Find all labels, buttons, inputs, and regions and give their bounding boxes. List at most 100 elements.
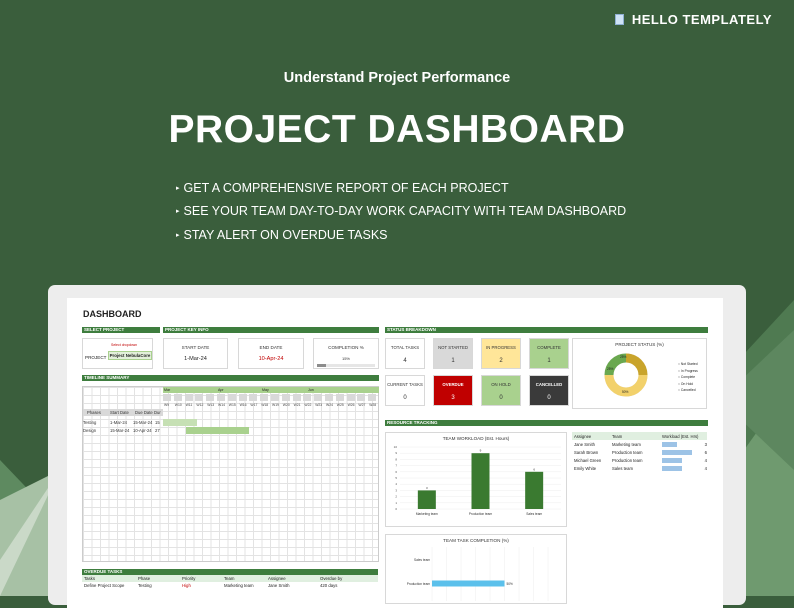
workload-mini-track xyxy=(662,457,700,463)
status-card-value: 0 xyxy=(403,395,407,401)
week-cell xyxy=(206,394,215,401)
brand-name: HELLO TEMPLATELY xyxy=(631,12,772,27)
week-label: W10 xyxy=(174,403,182,407)
week-label: W19 xyxy=(272,403,279,407)
section-select-project: SELECT PROJECT xyxy=(82,327,160,333)
status-card-total-tasks: TOTAL TASKS 4 xyxy=(385,338,425,369)
status-card-label: TOTAL TASKS xyxy=(390,345,420,350)
workload-bar xyxy=(525,471,544,509)
start-date-card: START DATE 1-Mar-24 xyxy=(163,338,228,369)
status-card-value: 1 xyxy=(547,358,551,364)
status-card-value: 1 xyxy=(451,358,455,364)
workload-data-label: 3 xyxy=(426,486,428,490)
y-tick-label: 6 xyxy=(395,470,397,474)
week-cell xyxy=(357,394,366,401)
workload-data-label: 6 xyxy=(533,467,535,471)
y-tick-label: 8 xyxy=(395,457,397,461)
section-resource: RESOURCE TRACKING xyxy=(385,420,708,426)
donut-slice-not-started xyxy=(625,353,648,376)
bullet-icon: ▸ xyxy=(176,231,180,239)
status-card-label: CANCELLED xyxy=(535,382,563,387)
donut-label-a: 25% xyxy=(620,355,627,359)
end-date-value: 10-Apr-24 xyxy=(258,356,284,362)
week-label: W16 xyxy=(239,403,247,407)
status-card-value: 3 xyxy=(451,395,455,401)
week-cell xyxy=(217,394,225,401)
week-label: W21 xyxy=(293,403,301,407)
week-label: W24 xyxy=(326,403,333,407)
week-cell xyxy=(271,394,279,401)
col-dur: Dur xyxy=(154,410,161,415)
row-start: 1-Mar-24 xyxy=(110,420,127,425)
workload-bar xyxy=(417,490,436,509)
select-hint: Select dropdown xyxy=(111,343,138,347)
end-date-label: END DATE xyxy=(259,345,283,350)
status-card-value: 0 xyxy=(499,395,503,401)
y-tick-label: 3 xyxy=(395,488,397,492)
legend-item: ○ Not Started xyxy=(678,362,698,366)
overdue-row: Define Project Scope Testing High Market… xyxy=(84,583,338,588)
week-cell xyxy=(335,394,344,401)
week-cell xyxy=(314,394,323,401)
brand: HELLO TEMPLATELY xyxy=(614,12,772,27)
week-label: W23 xyxy=(315,403,323,407)
month-label: Apr xyxy=(217,387,261,393)
workload-category-label: Sales team xyxy=(526,512,542,516)
week-label: W25 xyxy=(336,403,344,407)
completion-svg: Sales team Production team 50% xyxy=(407,547,549,601)
week-cell xyxy=(346,394,355,401)
feature-item: ▸ SEE YOUR TEAM DAY-TO-DAY WORK CAPACITY … xyxy=(176,204,627,219)
week-label: W18 xyxy=(261,403,269,407)
resource-rows: Jane Smith Marketing team 3 Sarah Brown Prod… xyxy=(572,440,707,472)
y-tick-label: 7 xyxy=(395,464,397,468)
project-dropdown[interactable]: Project NebulaCore xyxy=(108,351,152,360)
week-label: W20 xyxy=(282,403,290,407)
hero-subtitle: Understand Project Performance xyxy=(283,70,511,86)
week-cell xyxy=(368,394,377,401)
status-card-label: IN PROGRESS xyxy=(486,345,516,350)
week-label: W22 xyxy=(304,403,312,407)
donut-label-c: 25% xyxy=(607,367,614,371)
completion-label: COMPLETION % xyxy=(328,345,364,350)
status-card-value: 2 xyxy=(499,358,503,364)
completion-chart: TEAM TASK COMPLETION (%) Sales team Produ… xyxy=(385,534,567,604)
donut-title: PROJECT STATUS (%) xyxy=(615,342,664,347)
week-cell xyxy=(281,394,290,401)
start-date-label: START DATE xyxy=(181,345,210,350)
status-card-label: OVERDUE xyxy=(442,382,464,387)
week-label: W14 xyxy=(218,403,225,407)
workload-mini-track xyxy=(662,465,700,471)
workload-mini-bar xyxy=(662,441,677,447)
week-label: W27 xyxy=(358,403,366,407)
donut-label-b: 50% xyxy=(622,390,629,394)
completion-data-label: 50% xyxy=(507,582,514,586)
feature-list: ▸ GET A COMPREHENSIVE REPORT OF EACH PROJ… xyxy=(176,176,626,247)
status-card-in-progress: IN PROGRESS 2 xyxy=(481,338,521,369)
status-card-label: ON HOLD xyxy=(491,382,511,387)
week-label: W28 xyxy=(369,403,377,407)
status-card-current-tasks: CURRENT TASKS 0 xyxy=(385,375,425,406)
resource-table: Assignee Team Workload (Est. Hrs) Jane S… xyxy=(572,432,707,472)
status-card-on-hold: ON HOLD 0 xyxy=(481,375,521,406)
status-card-complete: COMPLETE 1 xyxy=(529,338,569,369)
y-tick-label: 2 xyxy=(395,495,397,499)
workload-mini-bar xyxy=(662,457,682,463)
start-date-value: 1-Mar-24 xyxy=(184,356,207,362)
completion-category-label: Sales team xyxy=(414,558,430,562)
resource-row: Emily White Sales team 4 xyxy=(574,465,707,471)
section-timeline: TIMELINE SUMMARY xyxy=(82,375,379,381)
week-cell xyxy=(292,394,301,401)
status-card-value: 4 xyxy=(403,358,407,364)
col-phases: Phases xyxy=(87,410,101,415)
week-label: W26 xyxy=(347,403,355,407)
week-cell xyxy=(303,394,312,401)
y-tick-label: 0 xyxy=(395,507,397,511)
overdue-header: Tasks Phase Priority Team Assignee Overd… xyxy=(82,575,378,582)
week-label: W9 xyxy=(164,403,170,407)
week-cell xyxy=(238,394,247,401)
y-tick-label: 1 xyxy=(395,501,397,505)
project-label: PROJECT xyxy=(85,355,107,360)
week-cell xyxy=(227,394,236,401)
row-phase: Design xyxy=(83,428,97,433)
workload-chart: TEAM WORKLOAD (Est. Hours) 0 1 2 3 4 5 6 7 8 9 10 3… xyxy=(385,432,567,527)
